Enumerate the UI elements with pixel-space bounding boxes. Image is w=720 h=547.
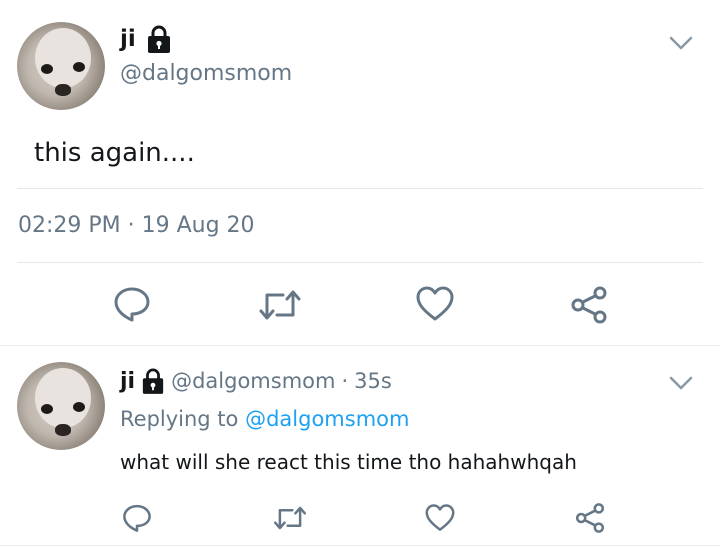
- avatar[interactable]: [17, 362, 105, 450]
- avatar-nose: [55, 424, 71, 436]
- chevron-down-icon[interactable]: [668, 374, 694, 392]
- avatar-eye-right: [73, 402, 85, 412]
- tweet-age[interactable]: 35s: [354, 369, 392, 393]
- display-name[interactable]: ji: [120, 369, 135, 394]
- lock-icon: [146, 24, 172, 58]
- share-icon[interactable]: [574, 502, 606, 534]
- avatar-nose: [55, 84, 71, 96]
- avatar-eye-left: [41, 404, 53, 414]
- lock-icon: [141, 367, 165, 395]
- avatar-fur: [35, 28, 91, 88]
- like-icon[interactable]: [424, 504, 456, 532]
- divider: [17, 262, 703, 263]
- avatar-fur: [35, 368, 91, 428]
- tweet-text: this again....: [34, 138, 195, 168]
- replying-to-label: Replying to: [120, 407, 239, 431]
- avatar-eye-left: [41, 64, 53, 74]
- display-name[interactable]: ji: [120, 26, 136, 52]
- retweet-icon[interactable]: [272, 504, 308, 532]
- user-handle[interactable]: @dalgomsmom: [171, 369, 335, 393]
- tweet-timestamp[interactable]: 02:29 PM · 19 Aug 20: [18, 213, 255, 238]
- chevron-down-icon[interactable]: [668, 34, 694, 52]
- divider: [0, 345, 720, 346]
- reply-icon[interactable]: [121, 503, 153, 533]
- replying-to: Replying to @dalgomsmom: [120, 407, 409, 431]
- divider: [17, 188, 703, 189]
- retweet-icon[interactable]: [257, 287, 303, 323]
- avatar-eye-right: [73, 62, 85, 72]
- reply-header: ji @dalgomsmom · 35s: [120, 366, 392, 396]
- avatar[interactable]: [17, 22, 105, 110]
- separator-dot: ·: [341, 369, 349, 393]
- share-icon[interactable]: [569, 285, 609, 325]
- reply-icon[interactable]: [112, 285, 152, 323]
- user-handle[interactable]: @dalgomsmom: [120, 61, 292, 86]
- divider: [0, 545, 720, 546]
- tweet-text: what will she react this time tho hahahw…: [120, 450, 577, 474]
- like-icon[interactable]: [415, 286, 455, 322]
- replying-to-handle-link[interactable]: @dalgomsmom: [245, 407, 409, 431]
